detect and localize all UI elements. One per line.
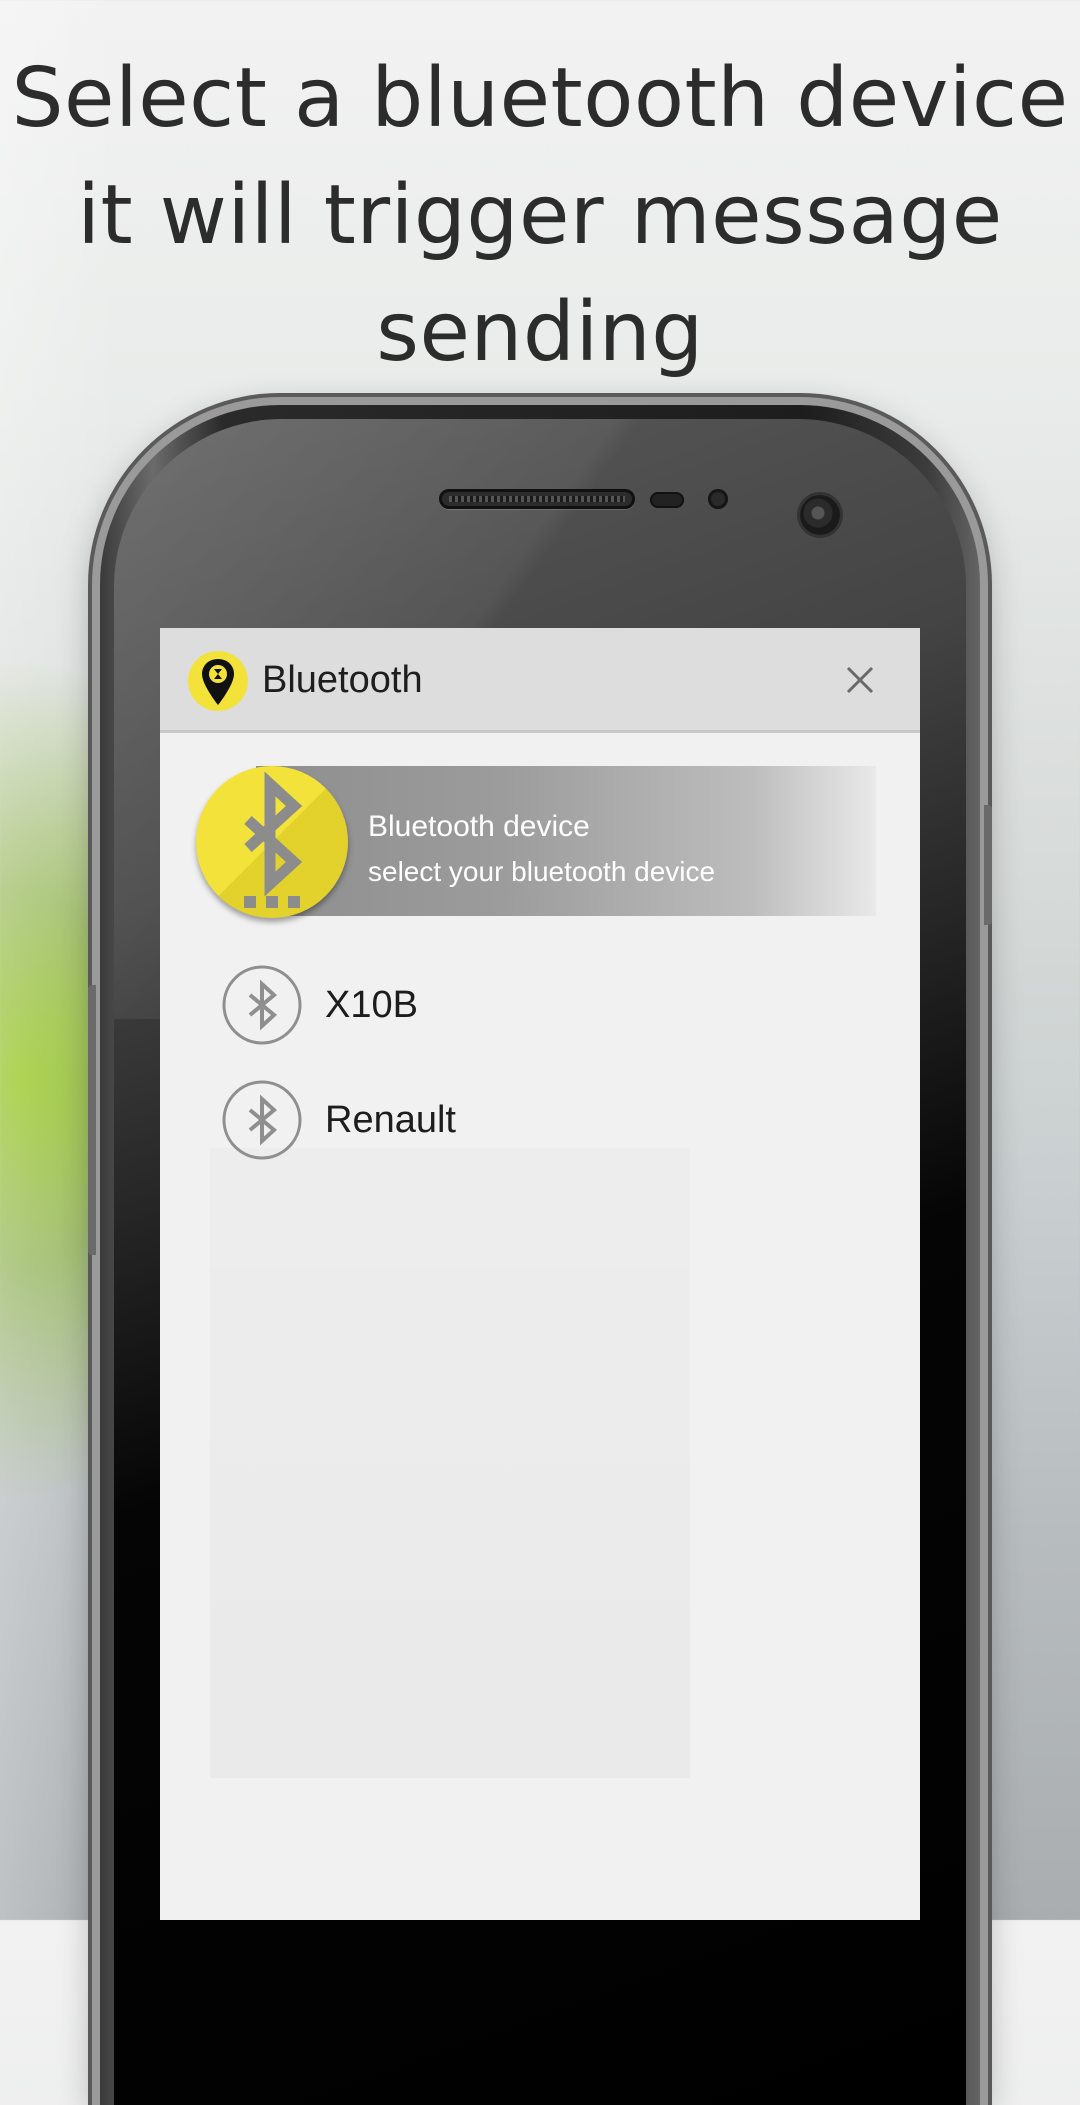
device-list: X10B Renault [160, 948, 920, 1178]
dialog-title: Bluetooth [262, 659, 423, 701]
header-subtitle: select your bluetooth device [368, 856, 716, 887]
bluetooth-icon [244, 771, 303, 908]
device-name: Renault [325, 1099, 456, 1141]
headline-line-3: sending [376, 285, 704, 380]
dialog-titlebar: Bluetooth [160, 628, 920, 733]
location-pin-logo-icon [188, 651, 248, 711]
close-icon[interactable] [840, 660, 880, 700]
header-bluetooth-badge [196, 766, 348, 918]
promo-headline: Select a bluetooth device it will trigge… [0, 40, 1080, 391]
bluetooth-header-card: Bluetooth device select your bluetooth d… [196, 766, 876, 918]
volume-button [88, 985, 96, 1255]
light-sensor [708, 489, 728, 509]
headline-line-1: Select a bluetooth device [11, 51, 1069, 146]
device-item-x10b[interactable]: X10B [160, 948, 920, 1063]
front-camera-icon [800, 495, 840, 535]
empty-list-area [210, 1148, 690, 1778]
bluetooth-icon [222, 965, 302, 1045]
earpiece-speaker [439, 489, 635, 509]
device-item-renault[interactable]: Renault [160, 1063, 920, 1178]
device-name: X10B [325, 984, 418, 1026]
app-screen: Bluetooth Bluetooth device select your b… [160, 628, 920, 1920]
bluetooth-icon [222, 1080, 302, 1160]
header-title: Bluetooth device [368, 810, 590, 843]
headline-line-2: it will trigger message [77, 168, 1003, 263]
proximity-sensor [650, 492, 684, 508]
power-button [984, 805, 992, 925]
